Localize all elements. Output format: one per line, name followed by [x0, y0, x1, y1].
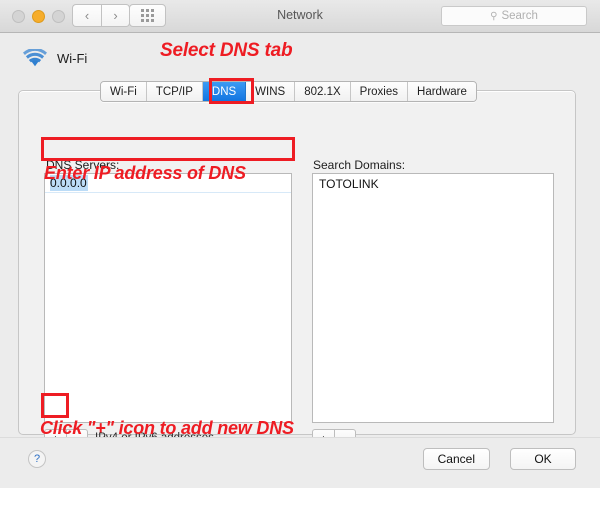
wifi-icon [23, 49, 47, 67]
search-input[interactable]: ⚲ Search [441, 6, 587, 26]
tab-hardware-label: Hardware [417, 85, 467, 98]
tab-proxies[interactable]: Proxies [350, 82, 409, 101]
search-domain-value: TOTOLINK [319, 177, 379, 191]
cancel-button[interactable]: Cancel [422, 448, 490, 470]
tab-hardware[interactable]: Hardware [408, 82, 476, 101]
search-domains-label: Search Domains: [313, 158, 406, 172]
tab-8021x[interactable]: 802.1X [295, 82, 351, 101]
search-domain-row[interactable]: TOTOLINK [313, 174, 553, 194]
network-preferences-window: ‹ › Network ⚲ Search Wi-Fi Wi-Fi TCP/IP … [0, 0, 600, 489]
tab-wifi-label: Wi-Fi [110, 85, 137, 98]
tab-tcpip[interactable]: TCP/IP [146, 82, 203, 101]
tab-dns-label: DNS [211, 85, 237, 98]
tab-tcpip-label: TCP/IP [155, 85, 193, 98]
tab-proxies-label: Proxies [359, 85, 399, 98]
search-icon: ⚲ [490, 10, 498, 22]
annotation-enter-ip: Enter IP address of DNS [44, 163, 246, 183]
tab-wins-label: WINS [255, 85, 286, 98]
tab-bar: Wi-Fi TCP/IP DNS WINS 802.1X Proxies Har… [100, 81, 477, 102]
annotation-select-dns-tab: Select DNS tab [160, 40, 293, 61]
dns-servers-list[interactable]: 0.0.0.0 [44, 173, 292, 423]
dialog-footer: ? Cancel OK [0, 437, 600, 489]
window-titlebar: ‹ › Network ⚲ Search [0, 0, 600, 33]
tab-dns[interactable]: DNS [202, 82, 247, 101]
help-button[interactable]: ? [28, 450, 46, 468]
service-name: Wi-Fi [57, 51, 88, 66]
ok-button-label: OK [534, 452, 552, 466]
service-header: Wi-Fi [22, 49, 87, 68]
page-bottom-margin [0, 488, 600, 506]
search-placeholder: Search [501, 10, 538, 22]
tab-wins[interactable]: WINS [246, 82, 296, 101]
tab-8021x-label: 802.1X [304, 85, 341, 98]
tab-wifi[interactable]: Wi-Fi [101, 82, 147, 101]
question-mark-icon: ? [33, 453, 41, 465]
annotation-click-plus: Click "+" icon to add new DNS [40, 418, 294, 438]
ok-button[interactable]: OK [510, 448, 576, 470]
cancel-button-label: Cancel [437, 452, 475, 466]
search-domains-list[interactable]: TOTOLINK [312, 173, 554, 423]
